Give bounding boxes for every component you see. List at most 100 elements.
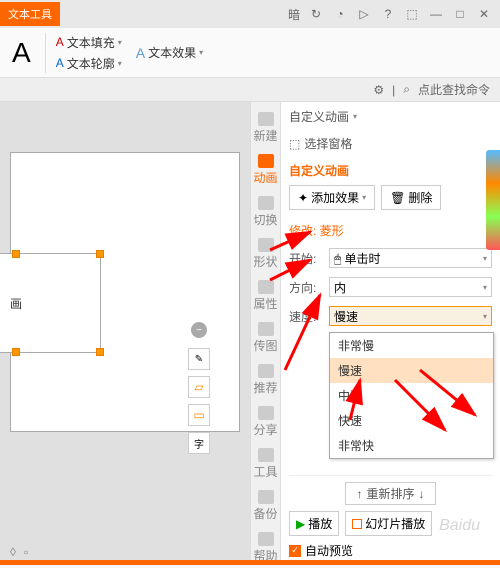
command-search-bar: ⚙ | ⌕ 点此查找命令: [0, 78, 500, 102]
play-label: 播放: [308, 515, 332, 532]
selected-shape[interactable]: 画: [0, 253, 101, 353]
outline-tool-icon[interactable]: ▭: [188, 404, 210, 426]
sync-icon[interactable]: ↻: [308, 6, 324, 22]
resize-handle[interactable]: [12, 348, 20, 356]
contextual-tab[interactable]: 文本工具: [0, 2, 60, 26]
note-icon[interactable]: ◊: [10, 545, 16, 559]
title-bar: 文本工具 暗 ↻ ◔ ▷ ? ⬚ — □ ✕: [0, 0, 500, 28]
auto-preview-row[interactable]: ✓ 自动预览: [289, 542, 492, 559]
text-outline-label: 文本轮廓: [67, 55, 115, 72]
nav-backup[interactable]: 备份: [252, 486, 280, 526]
maximize-icon[interactable]: □: [452, 6, 468, 22]
outline-a-icon: A: [56, 56, 64, 70]
chevron-down-icon[interactable]: ▾: [353, 112, 357, 121]
search-placeholder[interactable]: 点此查找命令: [418, 81, 490, 98]
resize-handle[interactable]: [12, 250, 20, 258]
nav-label: 动画: [253, 169, 277, 186]
mouse-icon: 🖱: [334, 252, 341, 266]
slideshow-button[interactable]: 幻灯片播放: [345, 511, 432, 536]
settings-icon[interactable]: ⚙: [373, 83, 384, 97]
speed-option-fast[interactable]: 快速: [330, 408, 493, 433]
chevron-down-icon: ▾: [483, 283, 487, 292]
direction-value: 内: [334, 279, 346, 296]
play-icon: ▶: [296, 517, 305, 531]
slideshow-icon: [352, 519, 362, 529]
start-select[interactable]: 🖱 单击时 ▾: [329, 248, 492, 268]
delete-button[interactable]: 🗑 删除: [381, 185, 441, 210]
speed-select[interactable]: 慢速 ▾: [329, 306, 492, 326]
edit-icon[interactable]: ✎: [188, 348, 210, 370]
reorder-label: 重新排序: [366, 485, 414, 502]
panel-title: 自定义动画 ▾: [289, 108, 492, 125]
nav-animation[interactable]: 动画: [252, 150, 280, 190]
nav-label: 分享: [253, 421, 277, 438]
add-effect-button[interactable]: ✦ 添加效果 ▾: [289, 185, 375, 210]
text-outline-button[interactable]: A 文本轮廓 ▾: [52, 54, 126, 73]
nav-properties[interactable]: 属性: [252, 276, 280, 316]
dismiss-icon[interactable]: −: [191, 322, 207, 338]
nav-label: 切换: [253, 211, 277, 228]
nav-share[interactable]: 分享: [252, 402, 280, 442]
wordart-icon: A: [136, 45, 145, 61]
color-strip-icon[interactable]: [486, 150, 500, 250]
shape-icon: [258, 238, 274, 252]
nav-shape[interactable]: 形状: [252, 234, 280, 274]
chevron-down-icon: ▾: [118, 38, 122, 47]
speed-value: 慢速: [334, 308, 358, 325]
resize-handle[interactable]: [96, 250, 104, 258]
direction-select[interactable]: 内 ▾: [329, 277, 492, 297]
text-fill-button[interactable]: A 文本填充 ▾: [52, 33, 126, 52]
transition-icon: [258, 196, 274, 210]
nav-recommend[interactable]: 推荐: [252, 360, 280, 400]
select-pane-label: 选择窗格: [304, 135, 352, 152]
new-icon: [258, 112, 274, 126]
speed-dropdown: 非常慢 慢速 中速 快速 非常快: [329, 332, 494, 459]
modify-section-label: 修改: 菱形: [289, 222, 492, 239]
play-icon[interactable]: ▷: [356, 6, 372, 22]
tools-icon: [258, 448, 274, 462]
text-effects-button[interactable]: A 文本效果 ▾: [132, 43, 207, 62]
close-icon[interactable]: ✕: [476, 6, 492, 22]
start-label: 开始:: [289, 250, 325, 267]
text-style-icon[interactable]: A: [4, 37, 39, 69]
divider: |: [392, 83, 395, 97]
nav-label: 属性: [253, 295, 277, 312]
status-bar: [0, 560, 500, 565]
text-fill-label: 文本填充: [67, 34, 115, 51]
select-pane-button[interactable]: ⬚ 选择窗格: [289, 135, 492, 152]
help-icon[interactable]: ?: [380, 6, 396, 22]
select-pane-icon: ⬚: [289, 137, 300, 151]
cloud-icon[interactable]: ◔: [332, 6, 348, 22]
help-icon: [258, 532, 274, 546]
reorder-button[interactable]: ↑ 重新排序 ↓: [345, 482, 435, 505]
fill-tool-icon[interactable]: ▱: [188, 376, 210, 398]
chevron-down-icon: ▾: [362, 193, 366, 202]
page-icon[interactable]: ▫: [24, 545, 28, 559]
ribbon-divider: [45, 33, 46, 73]
delete-label: 删除: [408, 189, 432, 206]
restore-icon[interactable]: ⬚: [404, 6, 420, 22]
start-value: 单击时: [345, 252, 381, 266]
animation-icon: [258, 154, 274, 168]
nav-tools[interactable]: 工具: [252, 444, 280, 484]
nav-upload[interactable]: 传图: [252, 318, 280, 358]
checkbox-checked-icon[interactable]: ✓: [289, 545, 301, 557]
play-button[interactable]: ▶ 播放: [289, 511, 339, 536]
speed-option-very-fast[interactable]: 非常快: [330, 433, 493, 458]
text-effects-label: 文本效果: [148, 44, 196, 61]
nav-new[interactable]: 新建: [252, 108, 280, 148]
speed-option-medium[interactable]: 中速: [330, 383, 493, 408]
resize-handle[interactable]: [96, 348, 104, 356]
chevron-down-icon: ▾: [483, 254, 487, 263]
add-effect-label: 添加效果: [311, 189, 359, 206]
text-tool-icon[interactable]: 字: [188, 432, 210, 454]
shape-quick-tools: − ✎ ▱ ▭ 字: [188, 322, 210, 454]
animation-panel: 自定义动画 ▾ ⬚ 选择窗格 自定义动画 ✦ 添加效果 ▾ 🗑 删除 修改: 菱…: [280, 102, 500, 565]
speed-option-slow[interactable]: 慢速: [330, 358, 493, 383]
direction-label: 方向:: [289, 279, 325, 296]
slide-canvas-area: 画 − ✎ ▱ ▭ 字 ◊ ▫: [0, 102, 250, 565]
minimize-icon[interactable]: —: [428, 6, 444, 22]
speed-option-very-slow[interactable]: 非常慢: [330, 333, 493, 358]
nav-transition[interactable]: 切换: [252, 192, 280, 232]
nav-label: 传图: [253, 337, 277, 354]
